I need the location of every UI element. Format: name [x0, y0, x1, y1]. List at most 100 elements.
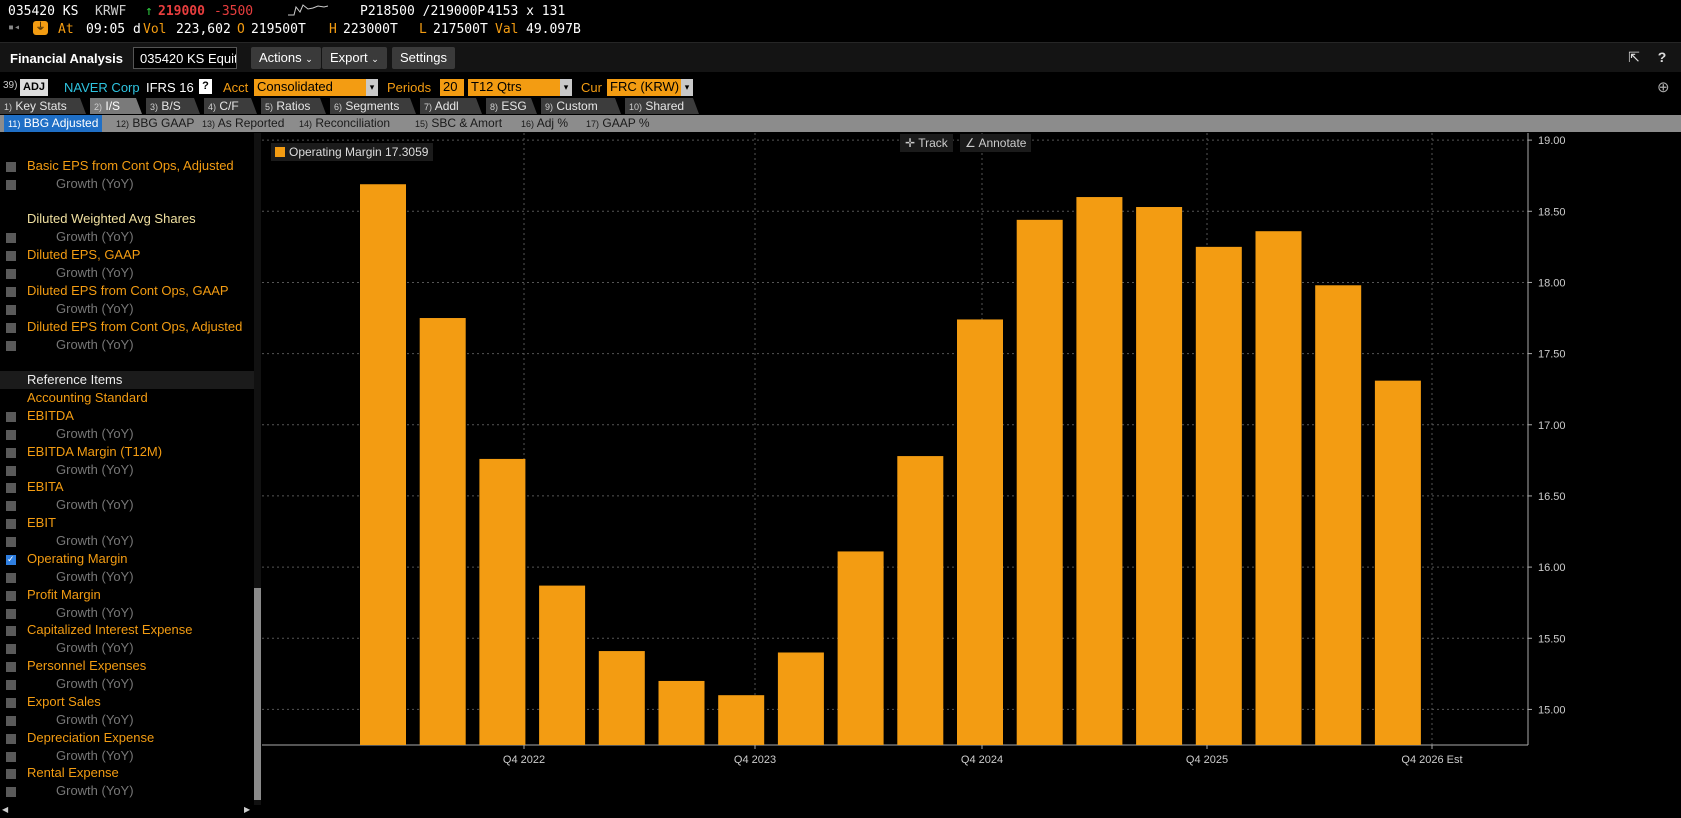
tab-shared[interactable]: 10) Shared	[625, 98, 699, 114]
list-item[interactable]: Growth (YoY)	[0, 747, 254, 765]
chart-legend[interactable]: Operating Margin 17.3059	[271, 143, 434, 161]
list-item[interactable]: Growth (YoY)	[0, 228, 254, 246]
scroll-left-icon[interactable]: ◀	[2, 805, 8, 814]
list-item[interactable]: EBITA	[0, 478, 254, 496]
checkbox[interactable]	[6, 323, 16, 333]
list-item[interactable]: Diluted Weighted Avg Shares	[0, 210, 254, 228]
tab-b-s[interactable]: 3) B/S	[146, 98, 200, 114]
popout-icon[interactable]: ⇱	[1626, 49, 1642, 65]
periods-count-input[interactable]: 20	[440, 79, 464, 96]
list-item[interactable]: Growth (YoY)	[0, 175, 254, 193]
adj-badge[interactable]: ADJ	[20, 79, 49, 96]
checkbox[interactable]	[6, 734, 16, 744]
tab-i-s[interactable]: 2) I/S	[90, 98, 142, 114]
checkbox[interactable]	[6, 501, 16, 511]
tab-ratios[interactable]: 5) Ratios	[261, 98, 326, 114]
checkbox[interactable]	[6, 233, 16, 243]
checkbox[interactable]	[6, 609, 16, 619]
bar[interactable]	[718, 695, 765, 745]
checkbox[interactable]	[6, 180, 16, 190]
checkbox[interactable]	[6, 698, 16, 708]
checkbox[interactable]	[6, 644, 16, 654]
bar[interactable]	[539, 585, 586, 745]
chevron-down-icon[interactable]: ▾	[366, 79, 378, 96]
list-item[interactable]: Diluted EPS from Cont Ops, GAAP	[0, 282, 254, 300]
subtab-bbg-gaap[interactable]: 12) BBG GAAP	[112, 115, 198, 132]
checkbox[interactable]	[6, 305, 16, 315]
actions-button[interactable]: Actions ⌄	[251, 47, 321, 69]
subtab-reconciliation[interactable]: 14) Reconciliation	[295, 115, 394, 132]
checkbox[interactable]	[6, 448, 16, 458]
list-item[interactable]: EBITDA Margin (T12M)	[0, 443, 254, 461]
checkbox[interactable]	[6, 430, 16, 440]
checkbox[interactable]	[6, 483, 16, 493]
list-item[interactable]: Growth (YoY)	[0, 264, 254, 282]
chevron-down-icon[interactable]: ▾	[560, 79, 572, 96]
tab-custom[interactable]: 9) Custom	[541, 98, 621, 114]
checkbox[interactable]	[6, 537, 16, 547]
scroll-right-icon[interactable]: ▶	[244, 805, 250, 814]
track-button[interactable]: ✛ Track	[900, 134, 953, 152]
list-item[interactable]: Growth (YoY)	[0, 711, 254, 729]
bar[interactable]	[1016, 219, 1063, 745]
periods-type-dropdown[interactable]: T12 Qtrs	[468, 79, 560, 96]
bar[interactable]	[419, 318, 466, 745]
list-item[interactable]: Diluted EPS, GAAP	[0, 246, 254, 264]
checkbox[interactable]	[6, 341, 16, 351]
bar[interactable]	[957, 319, 1003, 745]
checkbox[interactable]	[6, 680, 16, 690]
checkbox[interactable]	[6, 162, 16, 172]
operating-margin-chart[interactable]: 15.00 15.50 16.00 16.50 17.00 17.50 18.00 18.50…	[262, 133, 1681, 818]
tab-c-f[interactable]: 4) C/F	[204, 98, 257, 114]
export-button[interactable]: Export ⌄	[322, 47, 387, 69]
list-item[interactable]: Operating Margin	[0, 550, 254, 568]
subtab-adj-[interactable]: 16) Adj %	[517, 115, 572, 132]
company-name[interactable]: NAVER Corp	[64, 80, 140, 95]
list-item[interactable]: EBITDA	[0, 407, 254, 425]
bar[interactable]	[479, 458, 526, 745]
bar[interactable]	[658, 680, 705, 745]
checkbox[interactable]	[6, 769, 16, 779]
zoom-icon[interactable]: ⊕	[1657, 78, 1670, 96]
list-item[interactable]: Accounting Standard	[0, 389, 254, 407]
bar[interactable]	[1195, 246, 1242, 745]
list-item[interactable]: EBIT	[0, 514, 254, 532]
list-item[interactable]: Profit Margin	[0, 586, 254, 604]
list-item[interactable]: Growth (YoY)	[0, 300, 254, 318]
bar[interactable]	[360, 184, 406, 746]
bar[interactable]	[1076, 197, 1123, 745]
tab-addl[interactable]: 7) Addl	[420, 98, 482, 114]
checkbox[interactable]	[6, 412, 16, 422]
list-item[interactable]: Capitalized Interest Expense	[0, 621, 254, 639]
list-item[interactable]: Growth (YoY)	[0, 782, 254, 800]
settings-button[interactable]: Settings	[392, 47, 455, 69]
subtab-gaap-[interactable]: 17) GAAP %	[582, 115, 654, 132]
bar[interactable]	[1255, 231, 1302, 745]
currency-dropdown[interactable]: FRC (KRW)	[607, 79, 681, 96]
list-item[interactable]: Growth (YoY)	[0, 461, 254, 479]
checkbox[interactable]	[6, 573, 16, 583]
help-icon[interactable]: ?	[199, 79, 212, 94]
list-item[interactable]: Depreciation Expense	[0, 729, 254, 747]
list-item[interactable]: Growth (YoY)	[0, 675, 254, 693]
list-item[interactable]: Growth (YoY)	[0, 496, 254, 514]
bar[interactable]	[837, 551, 884, 745]
list-item[interactable]: Growth (YoY)	[0, 568, 254, 586]
list-item[interactable]: Basic EPS from Cont Ops, Adjusted	[0, 157, 254, 175]
checkbox[interactable]	[6, 716, 16, 726]
checkbox[interactable]	[6, 251, 16, 261]
security-input[interactable]: 035420 KS Equit	[133, 47, 237, 69]
subtab-bbg-adjusted[interactable]: 11) BBG Adjusted	[4, 115, 103, 132]
bar[interactable]	[1374, 380, 1421, 745]
bar[interactable]	[1315, 285, 1362, 745]
subtab-as-reported[interactable]: 13) As Reported	[198, 115, 288, 132]
annotate-button[interactable]: ∠ Annotate	[960, 134, 1032, 152]
alert-icon[interactable]: ⏚	[33, 21, 48, 35]
checkbox[interactable]	[6, 662, 16, 672]
help-icon[interactable]: ?	[1654, 49, 1670, 65]
bar[interactable]	[1136, 207, 1183, 746]
subtab-sbc-amort[interactable]: 15) SBC & Amort	[411, 115, 506, 132]
ticker-symbol[interactable]: 035420 KS	[8, 4, 78, 19]
list-item[interactable]: Growth (YoY)	[0, 425, 254, 443]
bar[interactable]	[598, 651, 645, 745]
